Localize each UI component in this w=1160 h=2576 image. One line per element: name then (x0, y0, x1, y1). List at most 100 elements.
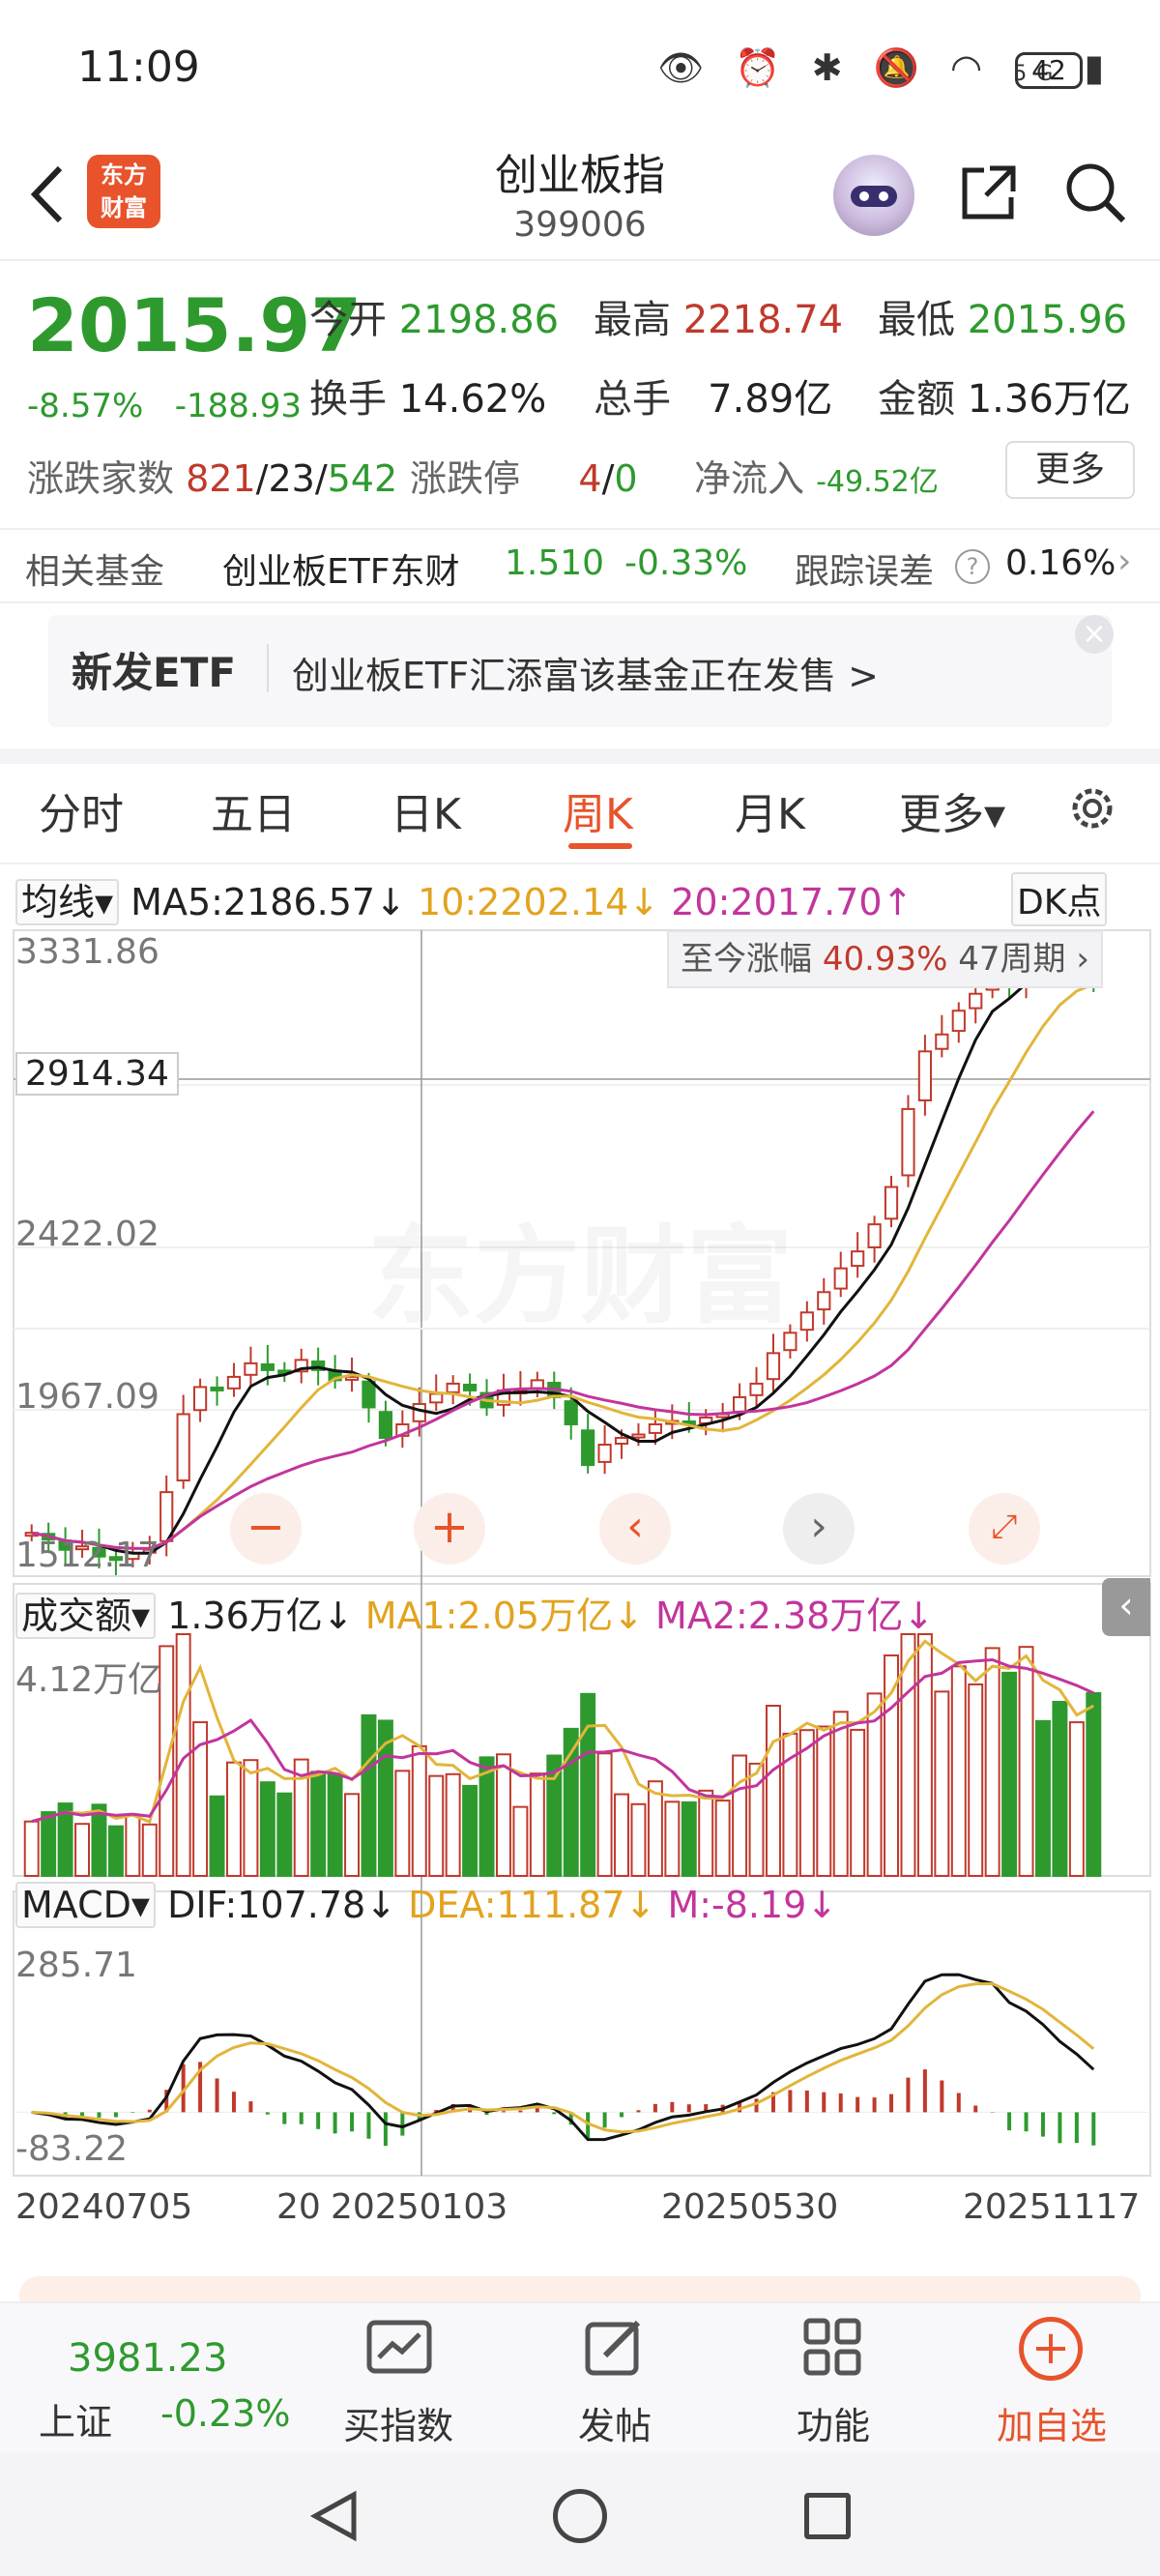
scroll-left-button[interactable]: ‹ (599, 1493, 671, 1565)
candle (192, 1386, 208, 1412)
candle (446, 1382, 460, 1393)
market-index-widget[interactable]: 3981.23 上证 -0.23% (29, 2334, 300, 2444)
search-icon[interactable] (1061, 159, 1129, 226)
add-watchlist-button[interactable]: 加自选 (974, 2396, 1129, 2449)
gain-period: 47周期 › (958, 940, 1089, 979)
zoom-in-button[interactable]: + (414, 1493, 485, 1565)
tab-more[interactable]: 更多▾ (899, 779, 1005, 841)
volume-bar (916, 1633, 933, 1877)
volume-bar (968, 1683, 984, 1877)
volume-bar (1034, 1719, 1051, 1877)
settings-gear-icon[interactable] (1063, 779, 1121, 837)
sh-index-pct: -0.23% (160, 2392, 291, 2435)
volume-bar (107, 1825, 124, 1877)
volume-bar (950, 1665, 967, 1877)
cumulative-gain-badge[interactable]: 至今涨幅 40.93% 47周期 › (667, 930, 1103, 988)
sh-index-name: 上证 (39, 2401, 113, 2444)
open-label: 今开 (309, 298, 387, 342)
volume-bar (714, 1800, 731, 1878)
turnover-cell: 换手 14.62% (309, 367, 546, 424)
macd-y-bottom: -83.22 (15, 2129, 129, 2169)
candle (969, 992, 983, 1010)
tab-weekly-k[interactable]: 周K (563, 779, 633, 841)
tab-five-day[interactable]: 五日 (211, 779, 296, 841)
zoom-out-button[interactable]: − (230, 1493, 302, 1565)
volume-bar (1001, 1671, 1018, 1878)
volume-bar (1068, 1721, 1085, 1878)
battery-icon: 42 (1015, 52, 1083, 89)
share-icon[interactable] (957, 161, 1021, 224)
volume-bar (428, 1774, 445, 1877)
low-value: 2015.96 (967, 298, 1128, 342)
macd-bars (14, 1973, 1150, 2147)
ma10-value: 10:2202.14↓ (418, 881, 660, 923)
tab-daily-k[interactable]: 日K (391, 779, 461, 841)
candle (833, 1267, 848, 1290)
breadth-flat: 23 (268, 457, 315, 500)
candle (362, 1380, 376, 1409)
ma5-value: MA5:2186.57↓ (130, 881, 406, 923)
nav-home-icon[interactable] (553, 2489, 607, 2543)
volume-bar (495, 1753, 511, 1877)
x-label-5: 20251117 (963, 2187, 1141, 2227)
tab-intraday[interactable]: 分时 (39, 779, 124, 841)
candle (614, 1437, 629, 1445)
high-value: 2218.74 (682, 298, 844, 342)
volume-bar (664, 1800, 681, 1877)
candle (732, 1395, 747, 1413)
inflow-label: 净流入 (694, 457, 805, 500)
buy-index-button[interactable]: 买指数 (321, 2396, 476, 2449)
candle (917, 1050, 933, 1101)
candle (429, 1392, 444, 1404)
chevron-right-icon: › (1117, 542, 1132, 581)
more-button[interactable]: 更多 (1005, 441, 1135, 499)
candle (378, 1411, 393, 1440)
volume-bar (41, 1811, 57, 1877)
ma-legend-row: 均线▾ MA5:2186.57↓ 10:2202.14↓ 20:2017.70↑ (15, 872, 913, 925)
macd-dif: DIF:107.78↓ (167, 1884, 397, 1926)
watermark: 东方财富 (367, 1189, 793, 1344)
volume-legend-row: 成交额▾ 1.36万亿↓ MA1:2.05万亿↓ MA2:2.38万亿↓ (15, 1586, 934, 1639)
breadth-up: 821 (186, 457, 256, 500)
help-icon[interactable]: ? (955, 549, 990, 584)
change-abs: -188.93 (174, 387, 302, 425)
candle (412, 1402, 426, 1422)
tab-monthly-k[interactable]: 月K (735, 779, 805, 841)
volume-bar (361, 1713, 377, 1878)
limit-cell: 涨跌停 4/0 (410, 457, 638, 500)
ai-assistant-icon[interactable] (833, 155, 914, 236)
volume-bar (411, 1744, 427, 1877)
volume-bar (529, 1772, 545, 1878)
volume-bar (23, 1820, 40, 1878)
volume-bar (74, 1823, 91, 1877)
status-clock: 11:09 (77, 43, 200, 92)
volume-y-top: 4.12万亿 (15, 1660, 163, 1700)
breadth-down: 542 (327, 457, 398, 500)
volume-select[interactable]: 成交额▾ (15, 1593, 157, 1639)
macd-select[interactable]: MACD▾ (15, 1882, 156, 1928)
inflow-cell: 净流入 -49.52亿 (694, 449, 939, 502)
limit-label: 涨跌停 (410, 457, 521, 500)
scroll-right-button[interactable]: › (783, 1493, 855, 1565)
candle (462, 1383, 478, 1391)
candle (951, 1010, 966, 1033)
close-icon[interactable]: × (1075, 615, 1114, 654)
collapse-panel-button[interactable]: ‹ (1102, 1578, 1150, 1636)
y-label-2: 2422.02 (15, 1215, 160, 1254)
volume-bar (1086, 1691, 1102, 1878)
candle (210, 1386, 224, 1391)
fullscreen-button[interactable]: ⤢ (969, 1493, 1040, 1565)
volume-bar (1018, 1646, 1034, 1877)
kline-chart[interactable] (0, 919, 1160, 2234)
volume-bar (445, 1772, 461, 1878)
macd-y-top: 285.71 (15, 1946, 137, 1985)
candle (244, 1361, 258, 1376)
candle (597, 1444, 612, 1463)
function-button[interactable]: 功能 (756, 2396, 911, 2449)
volume-bar (259, 1781, 276, 1877)
nav-back-icon[interactable] (307, 2489, 362, 2543)
volume-current: 1.36万亿↓ (167, 1595, 354, 1637)
nav-recents-icon[interactable] (804, 2493, 851, 2539)
post-button[interactable]: 发帖 (537, 2396, 692, 2449)
candle (344, 1375, 360, 1381)
